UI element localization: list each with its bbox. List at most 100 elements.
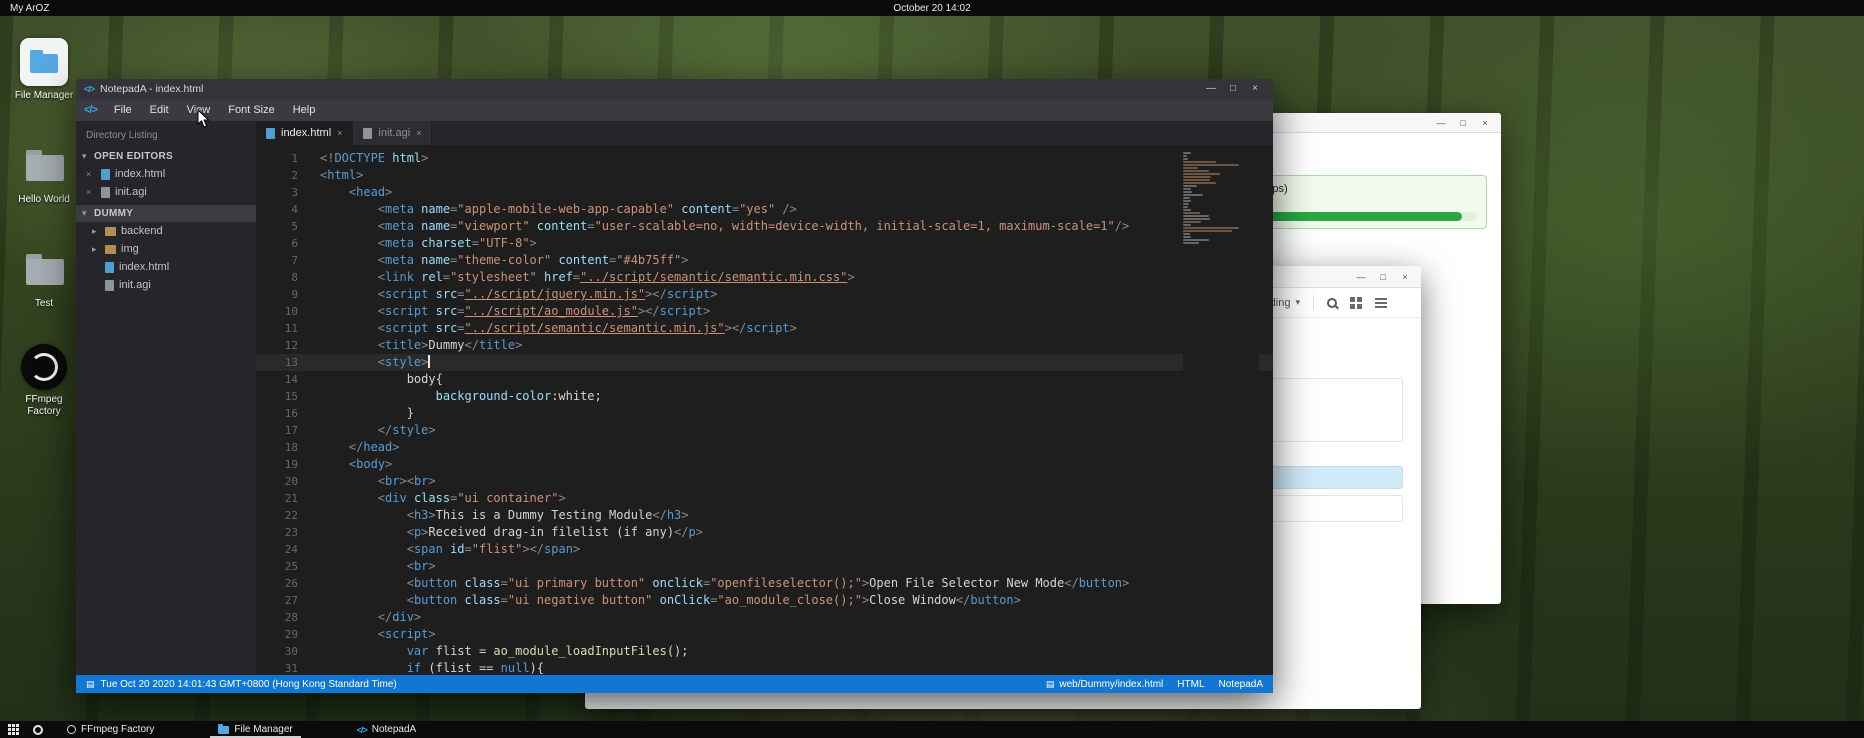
code-line-21[interactable]: 21 <div class="ui container">	[256, 490, 1273, 507]
menu-font-size[interactable]: Font Size	[219, 104, 283, 116]
sidebar-header: Directory Listing	[76, 121, 256, 148]
maximize-icon[interactable]: □	[1373, 270, 1393, 284]
close-icon[interactable]: ×	[1395, 270, 1415, 284]
code-line-22[interactable]: 22 <h3>This is a Dummy Testing Module</h…	[256, 507, 1273, 524]
toolbar-divider	[1313, 295, 1314, 310]
code-line-30[interactable]: 30 var flist = ao_module_loadInputFiles(…	[256, 643, 1273, 660]
status-datetime: Tue Oct 20 2020 14:01:43 GMT+0800 (Hong …	[101, 679, 397, 690]
code-line-29[interactable]: 29 <script>	[256, 626, 1273, 643]
open-editors-section[interactable]: ▾ OPEN EDITORS	[76, 148, 256, 165]
minimize-icon[interactable]: —	[1351, 270, 1371, 284]
tree-item-img[interactable]: ▸img	[76, 240, 256, 258]
menu-help[interactable]: Help	[284, 104, 325, 116]
file-name: init.agi	[119, 279, 151, 291]
code-line-25[interactable]: 25 <br>	[256, 558, 1273, 575]
file-icon	[363, 128, 372, 139]
code-line-14[interactable]: 14 body{	[256, 371, 1273, 388]
code-line-17[interactable]: 17 </style>	[256, 422, 1273, 439]
open-editor-init-agi[interactable]: ×init.agi	[76, 183, 256, 201]
desktop-icon-ffmpeg-factory[interactable]: FFmpeg Factory	[8, 344, 80, 418]
code-line-6[interactable]: 6 <meta charset="UTF-8">	[256, 235, 1273, 252]
taskbar-item-file-manager[interactable]: File Manager	[210, 721, 300, 738]
window-notepada[interactable]: </> NotepadA - index.html — □ × </> File…	[76, 79, 1273, 693]
code-line-11[interactable]: 11 <script src="../script/semantic/seman…	[256, 320, 1273, 337]
close-icon[interactable]: ×	[1475, 116, 1495, 130]
code-line-15[interactable]: 15 background-color:white;	[256, 388, 1273, 405]
aroz-menu-icon[interactable]	[33, 725, 43, 735]
code-area[interactable]: 1<!DOCTYPE html>2<html>3 <head>4 <meta n…	[256, 145, 1273, 675]
code-line-18[interactable]: 18 </head>	[256, 439, 1273, 456]
tree-item-index-html[interactable]: index.html	[76, 258, 256, 276]
code-line-26[interactable]: 26 <button class="ui primary button" onc…	[256, 575, 1273, 592]
code-line-31[interactable]: 31 if (flist == null){	[256, 660, 1273, 675]
desktop-icon-file-manager[interactable]: File Manager	[8, 38, 80, 102]
taskbar-item-notepada[interactable]: </>NotepadA	[349, 721, 425, 738]
code-line-19[interactable]: 19 <body>	[256, 456, 1273, 473]
apps-grid-icon[interactable]	[8, 724, 19, 735]
code-line-10[interactable]: 10 <script src="../script/ao_module.js">…	[256, 303, 1273, 320]
file-icon	[266, 128, 275, 139]
tree-item-init-agi[interactable]: init.agi	[76, 276, 256, 294]
tree-item-backend[interactable]: ▸backend	[76, 222, 256, 240]
code-line-4[interactable]: 4 <meta name="apple-mobile-web-app-capab…	[256, 201, 1273, 218]
clock: October 20 14:02	[893, 3, 970, 14]
close-icon[interactable]: ×	[416, 128, 421, 138]
code-line-9[interactable]: 9 <script src="../script/jquery.min.js">…	[256, 286, 1273, 303]
calendar-icon: ▤	[86, 679, 95, 690]
minimize-icon[interactable]: —	[1431, 116, 1451, 130]
close-icon[interactable]: ×	[86, 187, 96, 197]
aroz-brand[interactable]: My ArOZ	[10, 3, 49, 14]
open-editor-index-html[interactable]: ×index.html	[76, 165, 256, 183]
minimap-line	[1183, 215, 1209, 217]
close-icon[interactable]: ×	[1245, 82, 1265, 96]
code-line-23[interactable]: 23 <p>Received drag-in filelist (if any)…	[256, 524, 1273, 541]
notepada-titlebar[interactable]: </> NotepadA - index.html — □ ×	[76, 79, 1273, 99]
taskbar: FFmpeg Factory File Manager </>NotepadA	[0, 721, 1864, 738]
code-text: body{	[320, 371, 443, 388]
line-number: 28	[256, 609, 320, 626]
project-root-dummy[interactable]: ▾ DUMMY	[76, 205, 256, 222]
minimap-line	[1183, 227, 1239, 229]
code-text: <span id="flist"></span>	[320, 541, 580, 558]
code-line-12[interactable]: 12 <title>Dummy</title>	[256, 337, 1273, 354]
desktop-icon-label: Test	[8, 298, 80, 310]
code-line-28[interactable]: 28 </div>	[256, 609, 1273, 626]
tab-init-agi[interactable]: init.agi×	[353, 121, 432, 145]
minimize-icon[interactable]: —	[1201, 82, 1221, 96]
close-icon[interactable]: ×	[86, 169, 96, 179]
tab-index-html[interactable]: index.html×	[256, 121, 353, 145]
code-line-1[interactable]: 1<!DOCTYPE html>	[256, 150, 1273, 167]
folder-icon	[20, 142, 68, 190]
code-line-13[interactable]: 13 <style>	[256, 354, 1273, 371]
code-text: <script>	[320, 626, 436, 643]
code-line-8[interactable]: 8 <link rel="stylesheet" href="../script…	[256, 269, 1273, 286]
taskbar-item-label: NotepadA	[372, 724, 416, 735]
close-icon[interactable]: ×	[337, 128, 342, 138]
code-line-5[interactable]: 5 <meta name="viewport" content="user-sc…	[256, 218, 1273, 235]
code-line-16[interactable]: 16 }	[256, 405, 1273, 422]
menu-edit[interactable]: Edit	[141, 104, 178, 116]
taskbar-item-ffmpeg-factory[interactable]: FFmpeg Factory	[59, 721, 162, 738]
code-line-3[interactable]: 3 <head>	[256, 184, 1273, 201]
code-line-2[interactable]: 2<html>	[256, 167, 1273, 184]
status-language[interactable]: HTML	[1177, 679, 1204, 690]
menu-file[interactable]: File	[105, 104, 141, 116]
status-filepath[interactable]: web/Dummy/index.html	[1059, 679, 1163, 690]
code-line-20[interactable]: 20 <br><br>	[256, 473, 1273, 490]
chevron-right-icon: ▸	[92, 244, 100, 255]
code-line-7[interactable]: 7 <meta name="theme-color" content="#4b7…	[256, 252, 1273, 269]
code-line-24[interactable]: 24 <span id="flist"></span>	[256, 541, 1273, 558]
minimap-line	[1183, 194, 1203, 196]
maximize-icon[interactable]: □	[1223, 82, 1243, 96]
grid-view-icon[interactable]	[1350, 297, 1362, 309]
code-text: <script src="../script/jquery.min.js"></…	[320, 286, 717, 303]
desktop-icon-test[interactable]: Test	[8, 246, 80, 310]
search-icon[interactable]	[1327, 298, 1337, 308]
code-text: <br>	[320, 558, 436, 575]
list-view-icon[interactable]	[1375, 298, 1387, 308]
minimap[interactable]	[1183, 150, 1259, 675]
minimap-line	[1183, 236, 1191, 238]
code-line-27[interactable]: 27 <button class="ui negative button" on…	[256, 592, 1273, 609]
maximize-icon[interactable]: □	[1453, 116, 1473, 130]
desktop-icon-hello-world[interactable]: Hello World	[8, 142, 80, 206]
